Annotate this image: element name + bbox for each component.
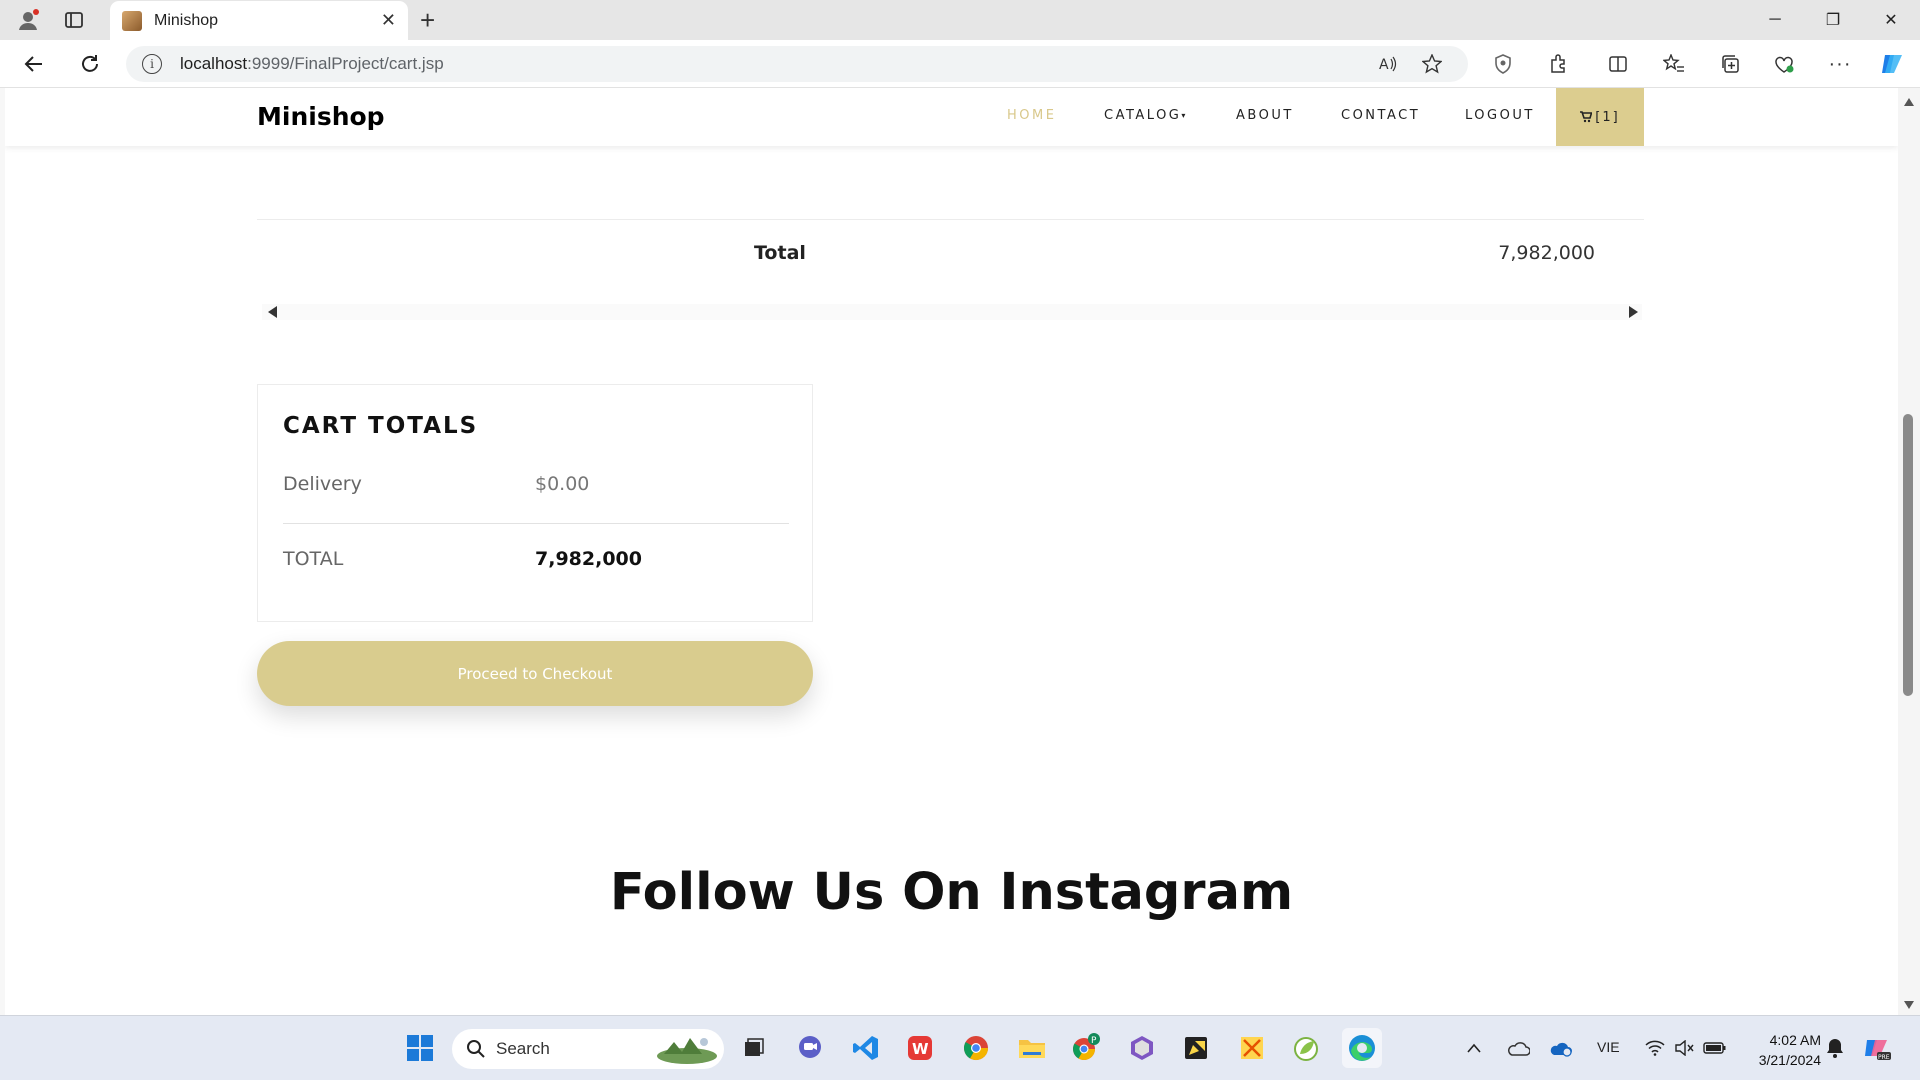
show-hidden-icons[interactable] <box>1460 1028 1488 1068</box>
notification-bell-icon[interactable] <box>1820 1028 1850 1068</box>
vscode-icon[interactable] <box>846 1028 886 1068</box>
file-explorer-icon[interactable] <box>1012 1028 1052 1068</box>
delivery-label: Delivery <box>283 473 362 495</box>
copilot-pre-icon[interactable]: PRE <box>1860 1028 1894 1068</box>
table-total-value: 7,982,000 <box>1498 242 1595 264</box>
cart-count: [1] <box>1595 109 1620 125</box>
scroll-up-icon[interactable] <box>1904 98 1914 106</box>
address-host: localhost <box>180 54 248 73</box>
reload-icon[interactable] <box>76 50 104 78</box>
volume-muted-icon[interactable] <box>1671 1028 1699 1068</box>
scrollbar-thumb[interactable] <box>1903 414 1913 696</box>
browser-toolbar: i localhost :9999/FinalProject/cart.jsp … <box>0 40 1920 88</box>
back-icon[interactable] <box>20 50 48 78</box>
close-window-icon[interactable]: ✕ <box>1862 0 1920 40</box>
scroll-left-icon[interactable] <box>268 306 277 318</box>
tab-close-icon[interactable]: ✕ <box>381 10 396 31</box>
tab-minishop[interactable]: Minishop ✕ <box>110 1 408 40</box>
shield-icon[interactable] <box>1489 50 1517 78</box>
sticky-notes-icon[interactable] <box>1176 1028 1216 1068</box>
table-divider <box>257 219 1644 220</box>
favorites-icon[interactable] <box>1660 50 1688 78</box>
caret-down-icon: ▾ <box>1181 111 1188 120</box>
teams-chat-icon[interactable] <box>790 1028 830 1068</box>
onedrive-sync-icon[interactable] <box>1545 1028 1577 1068</box>
favicon-icon <box>122 10 142 31</box>
address-bar[interactable]: i localhost :9999/FinalProject/cart.jsp … <box>126 46 1468 82</box>
tab-title: Minishop <box>154 11 219 29</box>
table-horizontal-scrollbar[interactable] <box>262 304 1642 320</box>
clock-time: 4:02 AM <box>1769 1032 1821 1048</box>
edge-icon[interactable] <box>1342 1028 1382 1068</box>
start-icon[interactable] <box>400 1028 440 1068</box>
nav-cart[interactable]: [1] <box>1556 88 1644 146</box>
clock-date: 3/21/2024 <box>1758 1052 1821 1068</box>
nav-logout[interactable]: LOGOUT <box>1465 108 1535 123</box>
delivery-value: $0.00 <box>535 473 590 495</box>
leaf-app-icon[interactable] <box>1286 1028 1326 1068</box>
copilot-icon[interactable] <box>1878 50 1906 78</box>
chrome-profile-icon[interactable]: P <box>1066 1028 1106 1068</box>
nav-catalog-label: CATALOG <box>1104 108 1182 123</box>
address-path: :9999/FinalProject/cart.jsp <box>247 54 444 73</box>
search-icon <box>467 1040 485 1058</box>
read-aloud-icon[interactable]: A <box>1372 46 1404 82</box>
svg-text:W: W <box>912 1040 929 1058</box>
onedrive-icon[interactable] <box>1502 1028 1534 1068</box>
hexagon-app-icon[interactable] <box>1122 1028 1162 1068</box>
taskbar-search[interactable]: Search <box>452 1029 724 1069</box>
minimize-icon[interactable]: ─ <box>1746 0 1804 40</box>
profile-icon[interactable] <box>14 6 42 34</box>
cart-total-value: 7,982,000 <box>535 548 642 570</box>
cart-totals-box: CART TOTALS Delivery $0.00 TOTAL 7,982,0… <box>257 384 813 622</box>
wps-office-icon[interactable]: W <box>900 1028 940 1068</box>
language-indicator[interactable]: VIE <box>1597 1039 1620 1055</box>
instagram-heading: Follow Us On Instagram <box>609 863 1294 922</box>
split-screen-icon[interactable] <box>1604 50 1632 78</box>
collections-icon[interactable] <box>1716 50 1744 78</box>
page-vertical-scrollbar[interactable] <box>1898 88 1920 1015</box>
taskbar-search-placeholder: Search <box>496 1039 550 1058</box>
taskbar-clock[interactable]: 4:02 AM 3/21/2024 <box>1737 1030 1821 1070</box>
site-info-icon[interactable]: i <box>142 54 162 74</box>
nav-catalog[interactable]: CATALOG▾ <box>1104 108 1188 123</box>
restore-icon[interactable]: ❐ <box>1804 0 1862 40</box>
taskbar: Search W P VIE 4:02 AM 3/21/2024 PRE <box>0 1015 1920 1080</box>
nav-about[interactable]: ABOUT <box>1236 108 1294 123</box>
nav-home[interactable]: HOME <box>1007 108 1056 123</box>
svg-text:PRE: PRE <box>1878 1054 1890 1061</box>
tab-actions-icon[interactable] <box>60 6 88 34</box>
snipping-tool-icon[interactable] <box>1232 1028 1272 1068</box>
more-menu-icon[interactable]: ··· <box>1826 50 1854 78</box>
browser-tab-bar: Minishop ✕ + ─ ❐ ✕ <box>0 0 1920 40</box>
search-highlight-icon <box>657 1038 717 1064</box>
table-total-label: Total <box>754 242 806 264</box>
battery-icon[interactable] <box>1700 1028 1730 1068</box>
cart-icon <box>1580 111 1593 123</box>
cart-total-label: TOTAL <box>283 548 344 570</box>
site-navbar: Minishop HOME CATALOG▾ ABOUT CONTACT LOG… <box>5 88 1898 146</box>
proceed-to-checkout-button[interactable]: Proceed to Checkout <box>257 641 813 706</box>
cart-totals-divider <box>283 523 789 524</box>
scroll-down-icon[interactable] <box>1904 1001 1914 1009</box>
browser-essentials-icon[interactable] <box>1770 50 1798 78</box>
nav-contact[interactable]: CONTACT <box>1341 108 1420 123</box>
task-view-icon[interactable] <box>734 1028 774 1068</box>
new-tab-icon[interactable]: + <box>420 6 435 34</box>
extensions-icon[interactable] <box>1544 50 1572 78</box>
svg-text:A: A <box>1379 57 1389 73</box>
page-viewport: Minishop HOME CATALOG▾ ABOUT CONTACT LOG… <box>5 88 1898 1015</box>
scroll-right-icon[interactable] <box>1629 306 1638 318</box>
favorite-star-icon[interactable] <box>1416 46 1448 82</box>
cart-totals-title: CART TOTALS <box>283 413 479 439</box>
svg-text:P: P <box>1091 1036 1097 1046</box>
site-logo[interactable]: Minishop <box>257 102 385 131</box>
wifi-icon[interactable] <box>1641 1028 1669 1068</box>
chrome-icon[interactable] <box>956 1028 996 1068</box>
